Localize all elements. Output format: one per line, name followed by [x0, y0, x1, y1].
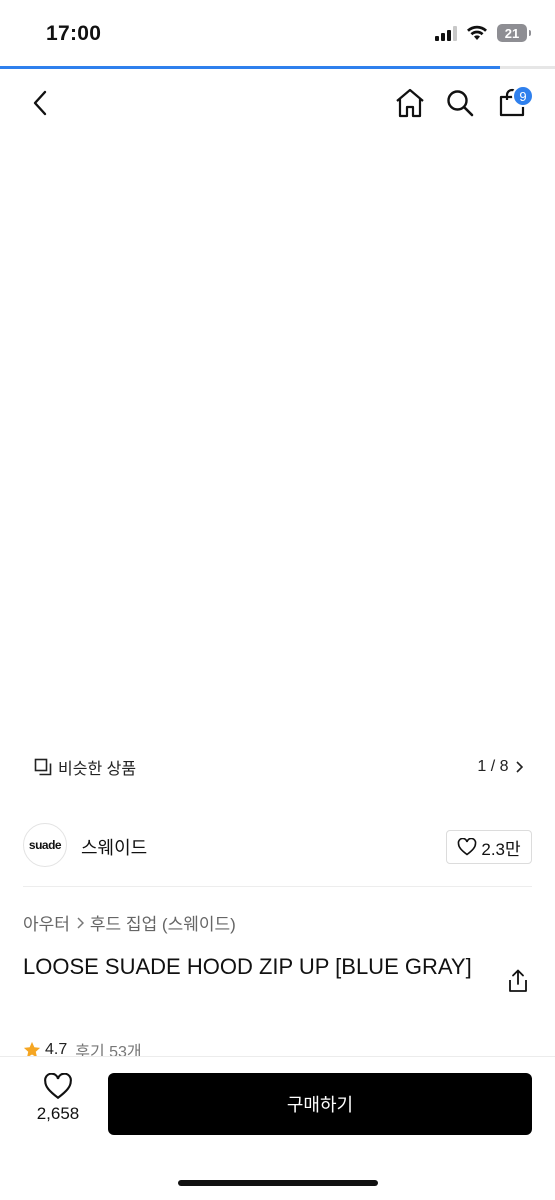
cart-count-badge: 9 [512, 85, 534, 107]
heart-icon [44, 1073, 72, 1100]
status-bar: 17:00 21 [0, 0, 555, 66]
search-button[interactable] [440, 83, 480, 123]
home-button[interactable] [390, 83, 430, 123]
similar-icon [34, 758, 52, 776]
breadcrumb-subcategory[interactable]: 후드 집업 (스웨이드) [90, 910, 236, 935]
battery-level: 21 [504, 25, 520, 41]
home-indicator [178, 1180, 378, 1186]
search-icon [447, 90, 474, 117]
brand-like-count: 2.3만 [481, 839, 521, 859]
wishlist-count: 2,658 [36, 1104, 80, 1123]
status-time: 17:00 [46, 22, 102, 45]
hoodie-image [50, 216, 506, 743]
brand-like-button[interactable]: 2.3만 [446, 830, 532, 864]
buy-button[interactable]: 구매하기 [108, 1073, 532, 1135]
wifi-icon [467, 25, 487, 40]
divider [23, 886, 532, 887]
breadcrumb: 아우터 후드 집업 (스웨이드) [23, 910, 236, 935]
product-title: LOOSE SUADE HOOD ZIP UP [BLUE GRAY] [23, 954, 472, 979]
nav-bar: 9 [0, 69, 555, 139]
brand-row[interactable]: suade 스웨이드 2.3만 [0, 806, 555, 888]
similar-products-label: 비슷한 상품 [58, 761, 137, 778]
chevron-right-icon [515, 761, 523, 773]
product-image[interactable] [0, 69, 555, 806]
status-icons: 21 [435, 24, 531, 42]
bottom-bar: 2,658 구매하기 [0, 1056, 555, 1200]
brand-logo[interactable]: suade [23, 823, 67, 867]
brand-name[interactable]: 스웨이드 [81, 834, 147, 860]
image-page-indicator: 1 / 8 [477, 758, 509, 775]
image-pager[interactable]: 1 / 8 [468, 750, 532, 784]
chevron-right-icon [77, 916, 84, 929]
battery-icon: 21 [497, 24, 531, 42]
share-icon [509, 969, 527, 992]
back-button[interactable] [20, 83, 60, 123]
chevron-left-icon [33, 90, 47, 116]
home-icon [396, 88, 424, 118]
cart-button[interactable]: 9 [492, 83, 534, 123]
similar-products-button[interactable]: 비슷한 상품 [24, 750, 147, 784]
breadcrumb-category[interactable]: 아우터 [23, 910, 70, 935]
heart-icon [458, 838, 477, 856]
cellular-signal-icon [435, 25, 457, 41]
share-button[interactable] [506, 968, 530, 994]
wishlist-button[interactable]: 2,658 [28, 1073, 88, 1135]
